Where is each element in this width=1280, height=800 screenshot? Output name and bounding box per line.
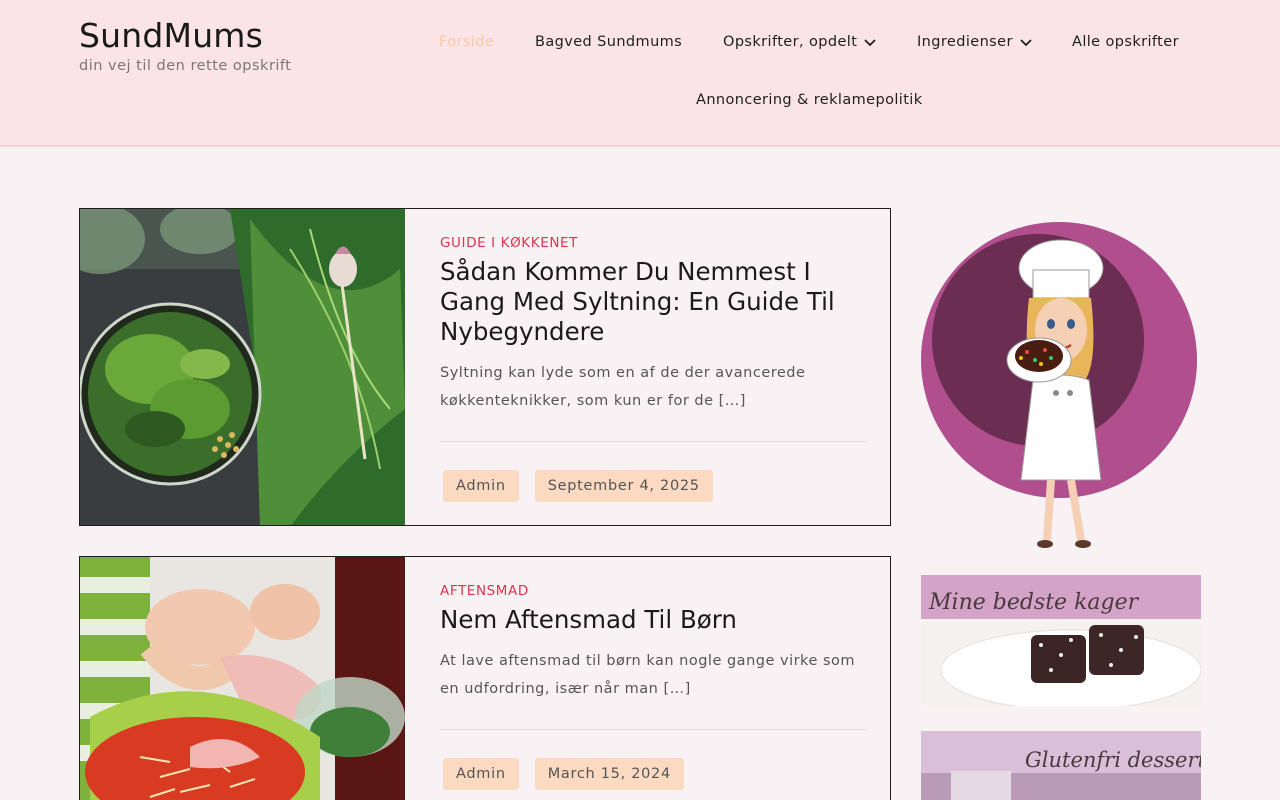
banner-text: Glutenfri desserter — [1025, 748, 1201, 772]
chevron-down-icon — [864, 39, 876, 47]
post-card: AFTENSMAD Nem Aftensmad Til Børn At lave… — [79, 556, 891, 800]
nav-label: Bagved Sundmums — [535, 34, 683, 50]
nav-item-annoncering[interactable]: Annoncering & reklamepolitik — [696, 92, 923, 108]
nav-label: Alle opskrifter — [1072, 34, 1179, 50]
banner-mine-bedste-kager[interactable]: Mine bedste kager — [921, 575, 1201, 706]
chef-illustration — [921, 220, 1201, 555]
site-header: SundMums din vej til den rette opskrift … — [0, 0, 1280, 147]
post-content: GUIDE I KØKKENET Sådan Kommer Du Nemmest… — [440, 209, 866, 415]
post-category[interactable]: GUIDE I KØKKENET — [440, 235, 866, 251]
banner-text: Mine bedste kager — [928, 590, 1140, 615]
date-badge[interactable]: March 15, 2024 — [534, 758, 684, 790]
author-badge[interactable]: Admin — [443, 470, 519, 502]
post-content: AFTENSMAD Nem Aftensmad Til Børn At lave… — [440, 557, 866, 703]
post-divider — [440, 729, 866, 730]
post-thumbnail-kids-dinner[interactable] — [80, 557, 405, 800]
nav-item-opskrifter-opdelt[interactable]: Opskrifter, opdelt — [723, 34, 877, 50]
post-category[interactable]: AFTENSMAD — [440, 583, 866, 599]
chevron-down-icon — [1020, 39, 1032, 47]
nav-item-forside[interactable]: Forside — [439, 34, 494, 50]
site-title[interactable]: SundMums — [79, 16, 291, 56]
date-badge[interactable]: September 4, 2025 — [534, 470, 713, 502]
post-meta: Admin September 4, 2025 — [443, 470, 713, 502]
author-badge[interactable]: Admin — [443, 758, 519, 790]
nav-label: Ingredienser — [917, 34, 1013, 50]
nav-item-bagved-sundmums[interactable]: Bagved Sundmums — [535, 34, 682, 50]
nav-item-ingredienser[interactable]: Ingredienser — [917, 34, 1033, 50]
post-divider — [440, 441, 866, 442]
nav-label: Opskrifter, opdelt — [723, 34, 858, 50]
site-tagline: din vej til den rette opskrift — [79, 58, 292, 74]
nav-label: Annoncering & reklamepolitik — [696, 92, 923, 108]
post-excerpt: At lave aftensmad til børn kan nogle gan… — [440, 653, 856, 697]
post-meta: Admin March 15, 2024 — [443, 758, 684, 790]
nav-item-alle-opskrifter[interactable]: Alle opskrifter — [1072, 34, 1179, 50]
nav-label: Forside — [439, 34, 495, 50]
banner-glutenfri-desserter[interactable]: Glutenfri desserter — [921, 731, 1201, 800]
post-title[interactable]: Sådan Kommer Du Nemmest I Gang Med Syltn… — [440, 257, 866, 347]
brand: SundMums din vej til den rette opskrift — [79, 16, 291, 74]
post-thumbnail-pickling[interactable] — [80, 209, 405, 525]
post-title[interactable]: Nem Aftensmad Til Børn — [440, 605, 866, 635]
post-card: GUIDE I KØKKENET Sådan Kommer Du Nemmest… — [79, 208, 891, 526]
post-excerpt: Syltning kan lyde som en af de der avanc… — [440, 365, 806, 409]
